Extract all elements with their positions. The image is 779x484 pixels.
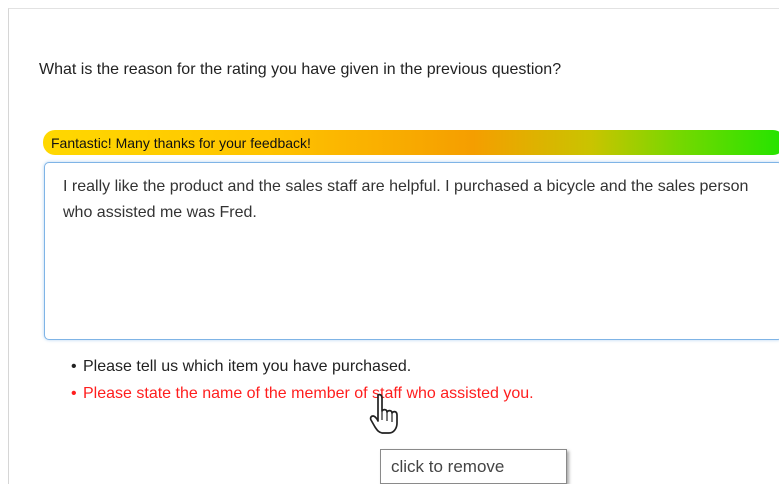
feedback-message: Fantastic! Many thanks for your feedback… xyxy=(51,135,311,151)
remove-tooltip: click to remove xyxy=(380,449,567,484)
hint-text: Please tell us which item you have purch… xyxy=(83,358,412,375)
rating-feedback-bar: Fantastic! Many thanks for your feedback… xyxy=(43,130,779,155)
hint-text[interactable]: Please state the name of the member of s… xyxy=(83,385,534,402)
survey-panel: What is the reason for the rating you ha… xyxy=(8,8,779,484)
hint-list: • Please tell us which item you have purc… xyxy=(71,353,534,407)
hint-item-purchased-item: • Please tell us which item you have purc… xyxy=(71,353,534,380)
bullet-marker: • xyxy=(71,358,77,375)
hint-item-staff-name[interactable]: • Please state the name of the member of … xyxy=(71,380,534,407)
comment-value: I really like the product and the sales … xyxy=(63,178,749,221)
survey-question: What is the reason for the rating you ha… xyxy=(39,61,562,78)
bullet-marker: • xyxy=(71,385,77,402)
comment-textarea[interactable]: I really like the product and the sales … xyxy=(44,162,779,340)
hand-pointer-icon xyxy=(369,393,398,434)
tooltip-text: click to remove xyxy=(391,457,505,476)
